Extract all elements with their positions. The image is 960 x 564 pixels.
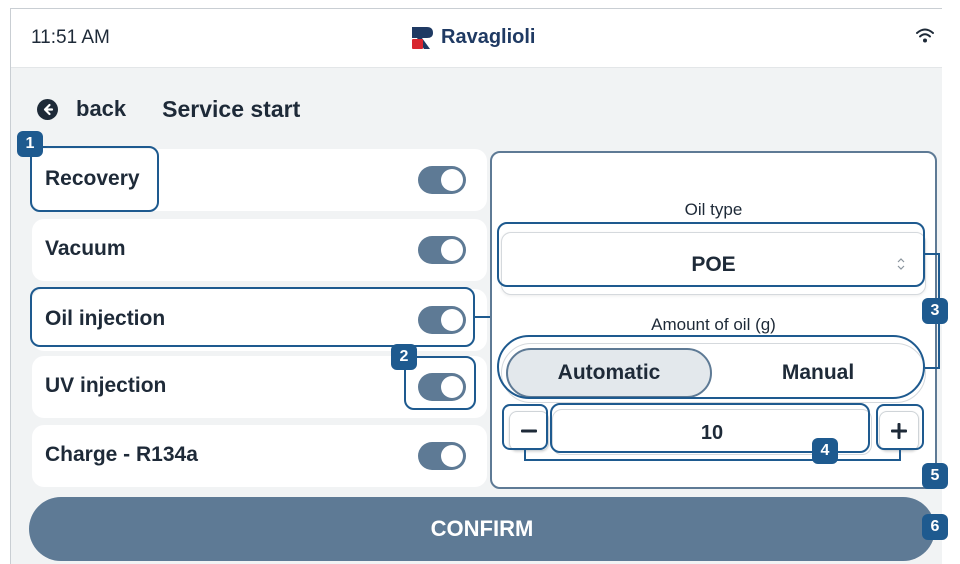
callout-connector bbox=[925, 367, 939, 369]
callout-frame-1 bbox=[30, 146, 159, 212]
callout-badge-2: 2 bbox=[391, 344, 417, 370]
step-charge: Charge - R134a bbox=[32, 425, 487, 487]
callout-frame-oil-type bbox=[497, 222, 925, 287]
confirm-button[interactable]: CONFIRM bbox=[29, 497, 935, 561]
step-vacuum: Vacuum bbox=[32, 219, 487, 281]
ravaglioli-logo-icon bbox=[412, 27, 433, 49]
callout-frame-mode bbox=[497, 335, 925, 399]
callout-badge-3: 3 bbox=[922, 298, 948, 324]
amount-label: Amount of oil (g) bbox=[651, 315, 776, 334]
callout-badge-6: 6 bbox=[922, 514, 948, 540]
callout-frame-minus bbox=[502, 404, 548, 450]
callout-frame-oil-injection bbox=[30, 287, 475, 347]
toggle-knob bbox=[441, 239, 463, 261]
toggle-knob bbox=[441, 169, 463, 191]
header-row: back Service start bbox=[37, 93, 300, 125]
callout-badge-1: 1 bbox=[17, 131, 43, 157]
step-label: Vacuum bbox=[45, 237, 126, 260]
step-label: Charge - R134a bbox=[45, 443, 198, 466]
back-button[interactable]: back bbox=[76, 96, 126, 122]
toggle-knob bbox=[441, 445, 463, 467]
callout-connector bbox=[925, 253, 939, 255]
brand: Ravaglioli bbox=[409, 23, 535, 51]
recovery-toggle[interactable] bbox=[418, 166, 466, 194]
vacuum-toggle[interactable] bbox=[418, 236, 466, 264]
clock: 11:51 AM bbox=[31, 27, 110, 48]
charge-toggle[interactable] bbox=[418, 442, 466, 470]
brand-name: Ravaglioli bbox=[441, 25, 536, 48]
oil-type-label: Oil type bbox=[684, 200, 743, 219]
callout-badge-5: 5 bbox=[922, 463, 948, 489]
callout-connector bbox=[524, 459, 901, 461]
step-label: UV injection bbox=[45, 374, 167, 397]
callout-connector bbox=[475, 316, 490, 318]
wifi-icon bbox=[916, 28, 934, 43]
page-title: Service start bbox=[162, 95, 301, 122]
callout-frame-plus bbox=[876, 404, 924, 450]
status-bar: 11:51 AM Ravaglioli bbox=[11, 9, 942, 68]
back-arrow-icon[interactable] bbox=[37, 98, 58, 120]
